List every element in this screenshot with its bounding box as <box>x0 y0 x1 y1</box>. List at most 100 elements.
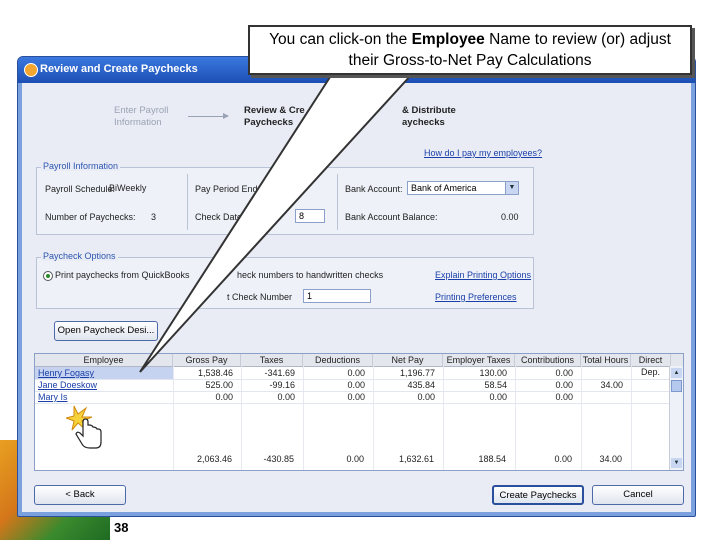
payroll-schedule-label: Payroll Schedule: <box>45 184 116 194</box>
divider <box>337 174 338 230</box>
step-enter-payroll: Enter Payroll Information <box>114 105 168 129</box>
create-paychecks-button[interactable]: Create Paychecks <box>492 485 584 505</box>
scroll-down-icon[interactable]: ▼ <box>671 458 682 468</box>
step-arrow-icon <box>188 113 229 119</box>
explain-printing-options-link[interactable]: Explain Printing Options <box>435 270 531 280</box>
bank-account-label: Bank Account: <box>345 184 403 194</box>
table-row[interactable]: Mary Is 0.00 0.00 0.00 0.00 0.00 0.00 <box>35 391 669 404</box>
table-cell: 525.00 <box>205 380 233 390</box>
print-radio[interactable] <box>43 271 53 281</box>
employee-name-link[interactable]: Henry Fogasy <box>35 367 173 379</box>
table-cell: 0.00 <box>417 392 435 402</box>
bank-balance-label: Bank Account Balance: <box>345 212 438 222</box>
handwritten-option-label[interactable]: heck numbers to handwritten checks <box>237 270 383 280</box>
cancel-button[interactable]: Cancel <box>592 485 684 505</box>
table-cell: 0.00 <box>347 392 365 402</box>
column-header[interactable]: Gross Pay <box>173 354 241 366</box>
step-enter-payroll-line2: Information <box>114 117 162 128</box>
back-button[interactable]: < Back <box>34 485 126 505</box>
column-header[interactable]: Direct Dep. <box>631 354 671 377</box>
total-cell: 34.00 <box>599 454 622 464</box>
step-print-line1: & Distribute <box>402 105 456 116</box>
instruction-callout: You can click-on the Employee Name to re… <box>248 25 692 75</box>
chevron-down-icon[interactable]: ▼ <box>505 182 518 194</box>
column-header[interactable]: Taxes <box>241 354 303 366</box>
total-cell: 0.00 <box>346 454 364 464</box>
paycheck-options-label: Paycheck Options <box>41 251 118 261</box>
print-option-label[interactable]: Print paychecks from QuickBooks <box>55 270 190 280</box>
table-cell: 0.00 <box>555 380 573 390</box>
table-cell: 0.00 <box>215 392 233 402</box>
total-cell: 0.00 <box>554 454 572 464</box>
printing-preferences-link[interactable]: Printing Preferences <box>435 292 517 302</box>
payroll-information-group: Payroll Information Payroll Schedule: Bi… <box>36 161 534 235</box>
first-check-number-label: t Check Number <box>227 292 293 302</box>
slide-number: 38 <box>114 520 129 535</box>
total-cell: 188.54 <box>478 454 506 464</box>
column-header[interactable]: Net Pay <box>373 354 443 366</box>
bank-account-select[interactable]: Bank of America ▼ <box>407 181 519 195</box>
column-header[interactable]: Contributions <box>515 354 581 366</box>
table-scrollbar[interactable]: ▲ ▼ <box>669 366 683 470</box>
total-cell: 2,063.46 <box>196 454 232 464</box>
payroll-schedule-value[interactable]: BiWeekly <box>109 183 146 193</box>
how-to-pay-link[interactable]: How do I pay my employees? <box>424 148 542 158</box>
table-cell: 0.00 <box>347 368 365 378</box>
total-cell: 1,632.61 <box>398 454 434 464</box>
table-cell: 34.00 <box>600 380 623 390</box>
check-number-value: 1 <box>307 291 313 301</box>
callout-text: You can click-on the Employee Name to re… <box>256 29 684 71</box>
table-cell: 0.00 <box>489 392 507 402</box>
check-number-input[interactable]: 1 <box>303 289 371 303</box>
total-cell <box>34 453 172 465</box>
check-date-label: Check Date <box>195 212 243 222</box>
table-header: Employee Gross Pay Taxes Deductions Net Pay E… <box>35 354 683 377</box>
column-header[interactable]: Total Hours <box>581 354 631 366</box>
bank-balance-value: 0.00 <box>501 212 519 222</box>
table-cell <box>581 367 631 379</box>
total-cell <box>630 453 670 465</box>
review-create-paychecks-window: Review and Create Paychecks Enter Payrol… <box>17 56 696 517</box>
step-review-line2: Paychecks <box>244 117 294 128</box>
table-cell: 58.54 <box>484 380 507 390</box>
table-cell: -341.69 <box>264 368 295 378</box>
column-header[interactable]: Deductions <box>303 354 373 366</box>
divider <box>187 174 188 230</box>
table-cell: -99.16 <box>269 380 295 390</box>
table-cell <box>631 367 671 379</box>
table-cell: 0.00 <box>277 392 295 402</box>
column-header[interactable]: Employer Taxes <box>443 354 515 366</box>
callout-text-start: You can click-on the <box>269 31 412 48</box>
table-cell: 0.00 <box>347 380 365 390</box>
table-cell <box>631 391 671 403</box>
table-cell <box>581 391 631 403</box>
step-enter-payroll-line1: Enter Payroll <box>114 105 169 116</box>
total-cell: -430.85 <box>263 454 294 464</box>
callout-text-bold: Employee <box>411 31 485 48</box>
window-client-area: Enter Payroll Information Review & Cre P… <box>22 83 691 512</box>
table-cell <box>631 379 671 391</box>
step-review-create: Review & Cre Paychecks <box>244 105 305 129</box>
employee-name-link[interactable]: Jane Doeskow <box>35 379 173 391</box>
scroll-thumb[interactable] <box>671 380 682 392</box>
table-totals-row: 2,063.46 -430.85 0.00 1,632.61 188.54 0.00 34.… <box>34 453 668 465</box>
step-print-distribute: & Distribute aychecks <box>402 105 456 129</box>
table-cell: 0.00 <box>555 392 573 402</box>
hand-pointer-icon <box>66 405 102 449</box>
number-of-paychecks-value: 3 <box>151 212 157 222</box>
number-of-paychecks-label: Number of Paychecks: <box>45 212 136 222</box>
open-paycheck-design-button[interactable]: Open Paycheck Desi... <box>54 321 158 341</box>
payroll-information-label: Payroll Information <box>41 161 121 171</box>
column-header[interactable]: Employee <box>35 354 173 366</box>
window-title: Review and Create Paychecks <box>40 63 198 75</box>
table-cell: 1,538.46 <box>197 368 233 378</box>
table-cell: 435.84 <box>407 380 435 390</box>
step-print-line2: aychecks <box>402 117 445 128</box>
quickbooks-icon <box>24 63 38 77</box>
table-cell: 1,196.77 <box>399 368 435 378</box>
paycheck-options-group: Paycheck Options Print paychecks from Qu… <box>36 251 534 309</box>
check-date-value: 8 <box>299 211 305 221</box>
scroll-up-icon[interactable]: ▲ <box>671 368 682 378</box>
check-date-field[interactable]: 8 <box>295 209 325 223</box>
table-cell: 130.00 <box>479 368 507 378</box>
